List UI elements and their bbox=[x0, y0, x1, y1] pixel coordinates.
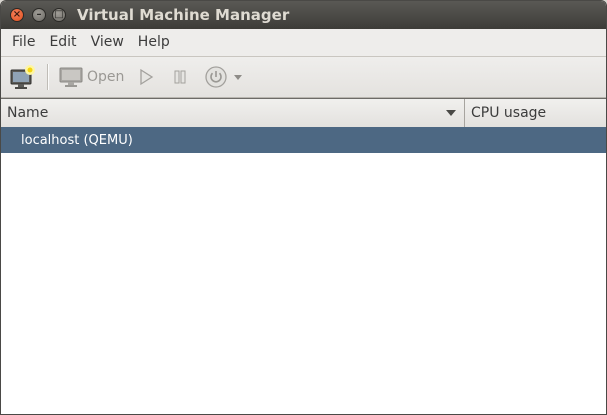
new-vm-icon bbox=[10, 65, 35, 89]
list-header: Name CPU usage bbox=[1, 98, 606, 128]
open-button[interactable]: Open bbox=[59, 61, 124, 93]
menu-edit[interactable]: Edit bbox=[42, 29, 83, 56]
connection-label: localhost (QEMU) bbox=[21, 132, 133, 148]
monitor-icon bbox=[59, 67, 83, 87]
column-header-cpu[interactable]: CPU usage bbox=[465, 99, 606, 127]
play-icon bbox=[140, 68, 154, 86]
minimize-window-button[interactable]: – bbox=[32, 8, 46, 22]
chevron-down-icon bbox=[234, 75, 243, 80]
close-window-button[interactable]: × bbox=[10, 8, 24, 22]
shutdown-button[interactable] bbox=[204, 61, 228, 93]
menu-file[interactable]: File bbox=[5, 29, 42, 56]
pause-button[interactable] bbox=[170, 61, 190, 93]
open-button-label: Open bbox=[87, 69, 125, 85]
menu-bar: File Edit View Help bbox=[1, 29, 606, 57]
toolbar: Open bbox=[1, 57, 606, 98]
run-button[interactable] bbox=[136, 61, 156, 93]
column-cpu-label: CPU usage bbox=[471, 105, 547, 121]
power-icon bbox=[205, 66, 228, 88]
title-bar[interactable]: × – □ Virtual Machine Manager bbox=[1, 1, 606, 29]
menu-help[interactable]: Help bbox=[131, 29, 177, 56]
app-window: × – □ Virtual Machine Manager File Edit … bbox=[0, 0, 607, 415]
column-header-name[interactable]: Name bbox=[1, 99, 465, 127]
menu-view[interactable]: View bbox=[84, 29, 131, 56]
column-name-label: Name bbox=[7, 105, 49, 121]
sort-arrow-icon bbox=[446, 110, 456, 116]
new-vm-button[interactable] bbox=[9, 61, 37, 93]
toolbar-separator bbox=[47, 64, 49, 90]
maximize-window-button[interactable]: □ bbox=[52, 8, 66, 22]
shutdown-menu-dropdown[interactable] bbox=[232, 61, 244, 93]
window-title: Virtual Machine Manager bbox=[77, 6, 290, 24]
connection-row-localhost[interactable]: localhost (QEMU) bbox=[1, 127, 606, 153]
pause-icon bbox=[174, 70, 186, 84]
connection-list: localhost (QEMU) bbox=[1, 127, 606, 414]
